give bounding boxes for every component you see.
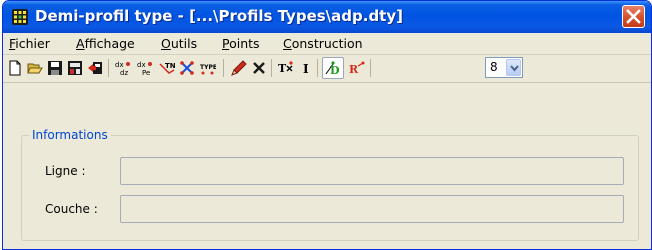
tc-button[interactable]: T	[276, 58, 296, 78]
pencil-icon	[231, 60, 247, 76]
toolbar-separator	[271, 59, 272, 77]
r-point-icon: R	[349, 61, 365, 76]
svg-text:R: R	[349, 63, 359, 76]
toolbar-separator	[108, 59, 109, 77]
new-file-icon	[9, 60, 21, 76]
couche-label: Couche :	[45, 202, 98, 216]
svg-text:TYPE: TYPE	[200, 64, 216, 71]
svg-text:I: I	[303, 62, 309, 76]
dx-dz-button[interactable]: dx dz	[113, 58, 133, 78]
groupbox-title: Informations	[29, 128, 111, 142]
informations-groupbox	[21, 135, 639, 241]
window-title: Demi-profil type - [...\Profils Types\ad…	[35, 7, 403, 25]
delete-icon	[253, 62, 265, 74]
menu-outils[interactable]: Outils	[161, 36, 197, 51]
save-button[interactable]	[45, 58, 65, 78]
menu-construction[interactable]: Construction	[283, 36, 363, 51]
menu-fichier[interactable]: Fichier	[9, 36, 50, 51]
close-icon	[626, 9, 641, 24]
menu-points[interactable]: Points	[222, 36, 260, 51]
app-window: Demi-profil type - [...\Profils Types\ad…	[2, 0, 652, 250]
cross-points-button[interactable]	[177, 58, 197, 78]
dx-dz-icon: dx dz	[115, 61, 130, 76]
tn-button[interactable]: TN	[157, 58, 177, 78]
tn-icon: TN	[159, 62, 175, 74]
save-icon	[48, 61, 62, 75]
tc-icon: T	[278, 61, 293, 75]
d-point-icon: D	[325, 61, 340, 76]
zoom-value: 8	[490, 60, 498, 74]
import-button[interactable]	[85, 58, 105, 78]
pencil-button[interactable]	[229, 58, 249, 78]
i-icon: I	[303, 62, 309, 76]
open-button[interactable]	[25, 58, 45, 78]
delete-button[interactable]	[249, 58, 269, 78]
cross-points-icon	[180, 61, 194, 75]
r-point-button[interactable]: R	[347, 58, 367, 78]
svg-text:dx: dx	[115, 61, 124, 69]
toolbar-separator	[317, 59, 318, 77]
ligne-label: Ligne :	[45, 164, 86, 178]
dropdown-button[interactable]	[506, 59, 521, 76]
toolbar-separator	[370, 59, 371, 77]
menu-bar: Fichier Affichage Outils Points Construc…	[3, 33, 651, 55]
new-button[interactable]	[5, 58, 25, 78]
dx-pe-button[interactable]: dx Pe	[135, 58, 155, 78]
close-button[interactable]	[622, 5, 645, 28]
save-all-icon	[68, 61, 82, 75]
title-bar[interactable]: Demi-profil type - [...\Profils Types\ad…	[3, 1, 651, 33]
svg-text:Pe: Pe	[142, 69, 150, 76]
svg-text:D: D	[330, 64, 340, 76]
save-all-button[interactable]	[65, 58, 85, 78]
type-button[interactable]: TYPE	[198, 58, 218, 78]
svg-text:dx: dx	[137, 61, 146, 69]
type-icon: TYPE	[200, 64, 216, 75]
ligne-field[interactable]	[120, 157, 624, 185]
d-point-button[interactable]: D	[322, 57, 344, 79]
import-icon	[88, 62, 102, 74]
i-button[interactable]: I	[297, 58, 317, 78]
zoom-select[interactable]: 8	[485, 57, 523, 78]
toolbar-separator	[223, 59, 224, 77]
svg-text:TN: TN	[165, 62, 175, 70]
couche-field[interactable]	[120, 195, 624, 223]
svg-text:dz: dz	[120, 69, 128, 76]
app-grid-icon	[11, 8, 29, 26]
toolbar: dx dz dx Pe TN TYPE T I D R 8	[3, 55, 651, 83]
menu-affichage[interactable]: Affichage	[76, 36, 135, 51]
open-folder-icon	[27, 63, 43, 74]
dx-pe-icon: dx Pe	[137, 61, 152, 76]
chevron-down-icon	[510, 65, 519, 72]
svg-text:T: T	[278, 62, 287, 75]
